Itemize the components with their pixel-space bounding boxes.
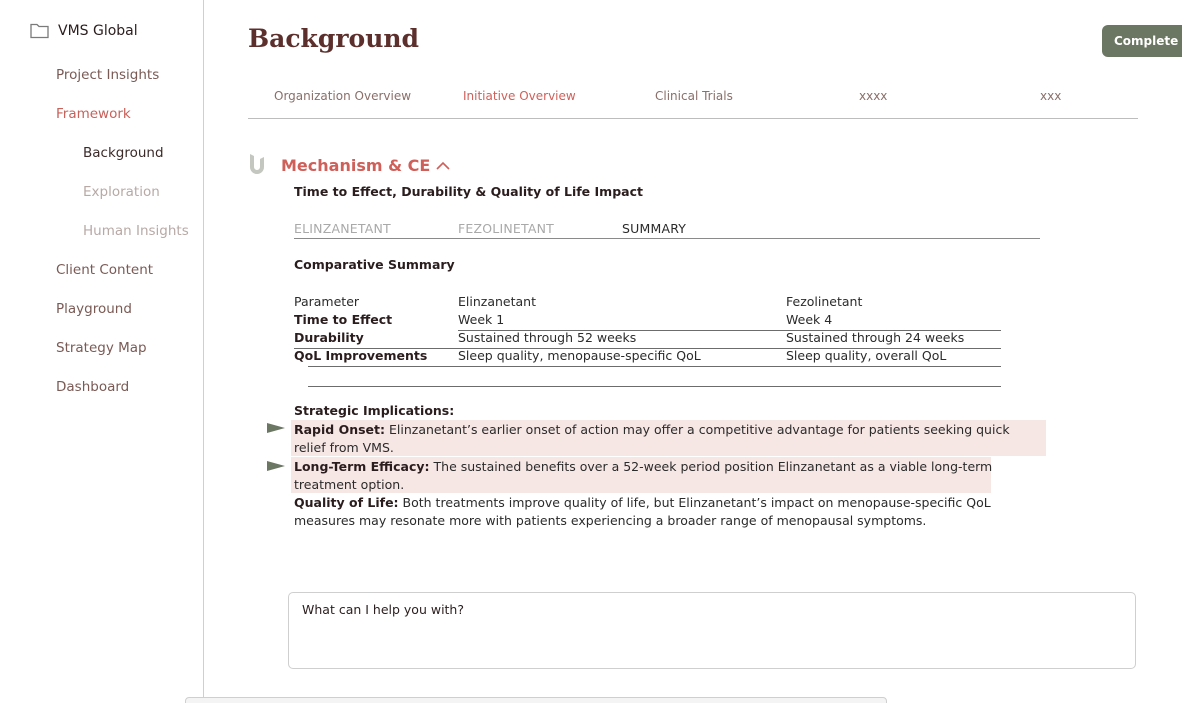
implications-title: Strategic Implications: — [294, 403, 455, 418]
section-subtitle: Time to Effect, Durability & Quality of … — [294, 184, 643, 199]
table-header-elinzanetant: Elinzanetant — [458, 294, 536, 309]
nav-dashboard[interactable]: Dashboard — [56, 379, 129, 395]
nav-framework[interactable]: Framework — [56, 106, 131, 122]
section-title: Mechanism & CE — [281, 156, 431, 175]
complete-button[interactable]: Complete — [1102, 25, 1182, 57]
implication-label: Quality of Life: — [294, 495, 399, 510]
table-cell-fezolinetant: Sleep quality, overall QoL — [786, 348, 947, 363]
nav-sub-human-insights[interactable]: Human Insights — [83, 223, 189, 239]
table-header-parameter: Parameter — [294, 294, 360, 309]
table-cell-fezolinetant: Sustained through 24 weeks — [786, 330, 965, 345]
table-divider — [308, 366, 1001, 367]
drug-tabs: ELINZANETANT FEZOLINETANT SUMMARY — [294, 221, 1040, 239]
table-cell-parameter: QoL Improvements — [294, 348, 428, 363]
horizontal-scrollbar[interactable] — [185, 697, 887, 703]
nav-sub-background[interactable]: Background — [83, 145, 164, 161]
comparative-summary-title: Comparative Summary — [294, 257, 455, 272]
implication-text: Elinzanetant’s earlier onset of action m… — [294, 422, 1010, 455]
table-cell-elinzanetant: Sleep quality, menopause-specific QoL — [458, 348, 701, 363]
implication-quality-of-life: Quality of Life: Both treatments improve… — [294, 494, 999, 530]
pointer-arrow-icon — [267, 461, 285, 471]
drug-tab-fezolinetant[interactable]: FEZOLINETANT — [458, 221, 554, 236]
table-cell-fezolinetant: Week 4 — [786, 312, 833, 327]
implication-label: Rapid Onset: — [294, 422, 386, 437]
tab-initiative-overview[interactable]: Initiative Overview — [463, 89, 576, 103]
pointer-arrow-icon — [267, 423, 285, 433]
drug-tab-summary[interactable]: SUMMARY — [622, 221, 686, 236]
nav-project-insights[interactable]: Project Insights — [56, 67, 159, 83]
implication-long-term-efficacy: Long-Term Efficacy: The sustained benefi… — [294, 458, 994, 494]
table-header-fezolinetant: Fezolinetant — [786, 294, 863, 309]
sidebar: VMS Global Project Insights Framework Ba… — [0, 0, 204, 703]
implication-text: Both treatments improve quality of life,… — [294, 495, 991, 528]
section-logo-icon — [250, 154, 264, 174]
folder-icon — [30, 23, 49, 39]
table-cell-parameter: Time to Effect — [294, 312, 393, 327]
nav-strategy-map[interactable]: Strategy Map — [56, 340, 147, 356]
nav-playground[interactable]: Playground — [56, 301, 132, 317]
nav-client-content[interactable]: Client Content — [56, 262, 153, 278]
project-selector[interactable]: VMS Global — [30, 22, 138, 39]
drug-tab-elinzanetant[interactable]: ELINZANETANT — [294, 221, 391, 236]
tab-xxxx[interactable]: xxxx — [859, 89, 887, 103]
chat-input[interactable]: What can I help you with? — [288, 592, 1136, 669]
section-tabs: Organization Overview Initiative Overvie… — [248, 88, 1138, 119]
implication-label: Long-Term Efficacy: — [294, 459, 430, 474]
table-cell-elinzanetant: Week 1 — [458, 312, 505, 327]
project-name: VMS Global — [58, 22, 138, 39]
implication-rapid-onset: Rapid Onset: Elinzanetant’s earlier onse… — [294, 421, 1044, 457]
table-cell-parameter: Durability — [294, 330, 364, 345]
chevron-up-icon — [436, 161, 450, 170]
tab-xxx[interactable]: xxx — [1040, 89, 1061, 103]
chat-placeholder: What can I help you with? — [302, 602, 464, 617]
table-cell-elinzanetant: Sustained through 52 weeks — [458, 330, 637, 345]
page-title: Background — [248, 24, 420, 53]
section-toggle[interactable]: Mechanism & CE — [281, 156, 450, 175]
table-bottom-rule — [308, 386, 1001, 387]
tab-clinical-trials[interactable]: Clinical Trials — [655, 89, 733, 103]
tab-organization-overview[interactable]: Organization Overview — [274, 89, 411, 103]
nav-sub-exploration[interactable]: Exploration — [83, 184, 160, 200]
